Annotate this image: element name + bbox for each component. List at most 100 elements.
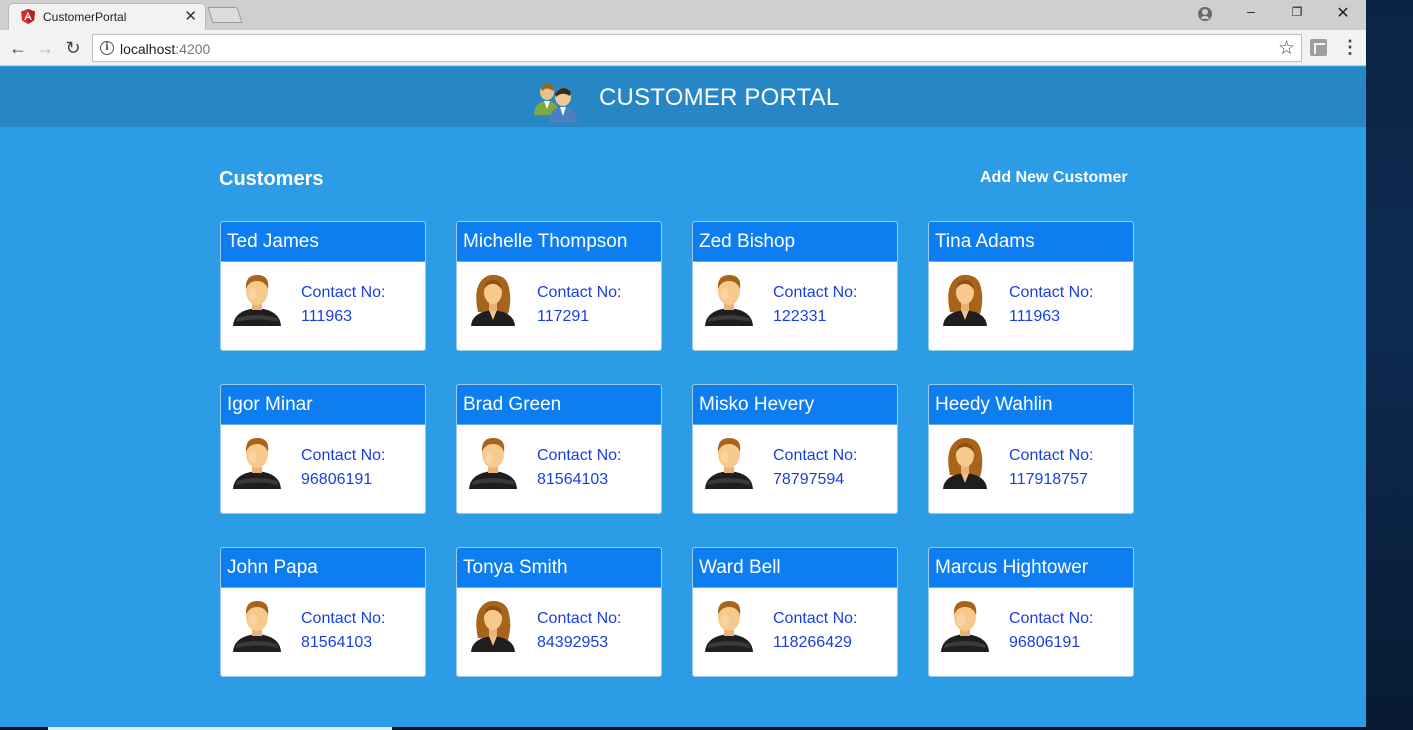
bookmark-star-icon[interactable]: ☆ bbox=[1278, 37, 1295, 60]
reload-icon[interactable]: ↻ bbox=[61, 36, 85, 60]
tab-strip: CustomerPortal ✕ – ❐ ✕ bbox=[0, 0, 1366, 30]
info-icon[interactable]: i bbox=[100, 41, 114, 55]
customer-name: Brad Green bbox=[463, 394, 562, 415]
contact-label: Contact No: bbox=[1009, 284, 1094, 301]
customer-card[interactable]: Ward Bell Contact No: 118266429 bbox=[692, 547, 898, 677]
customer-card-header: Igor Minar bbox=[221, 385, 425, 425]
contact-number: 111963 bbox=[1009, 308, 1061, 325]
forward-arrow-icon[interactable]: → bbox=[33, 36, 57, 60]
back-arrow-icon[interactable]: ← bbox=[6, 36, 30, 60]
contact-number: 81564103 bbox=[537, 471, 609, 488]
customer-card[interactable]: Igor Minar Contact No: 96806191 bbox=[220, 384, 426, 514]
minimize-icon[interactable]: – bbox=[1239, 3, 1263, 25]
contact-number: 117918757 bbox=[1009, 471, 1088, 488]
customer-card-header: Michelle Thompson bbox=[457, 222, 661, 262]
contact-number: 118266429 bbox=[773, 634, 852, 651]
customer-card-header: Tonya Smith bbox=[457, 548, 661, 588]
customer-name: Heedy Wahlin bbox=[935, 394, 1053, 415]
male-avatar-icon bbox=[229, 272, 285, 326]
customer-card-header: Misko Hevery bbox=[693, 385, 897, 425]
contact-number: 81564103 bbox=[301, 634, 373, 651]
contact-label: Contact No: bbox=[773, 447, 858, 464]
customer-card[interactable]: Michelle Thompson Contact No: 117291 bbox=[456, 221, 662, 351]
customer-name: Tina Adams bbox=[935, 231, 1035, 252]
contact-label: Contact No: bbox=[301, 447, 386, 464]
male-avatar-icon bbox=[937, 598, 993, 652]
customer-card[interactable]: Tonya Smith Contact No: 84392953 bbox=[456, 547, 662, 677]
kebab-menu-icon[interactable]: ⋮ bbox=[1341, 37, 1359, 58]
app-header: CUSTOMER PORTAL bbox=[0, 67, 1366, 127]
male-avatar-icon bbox=[229, 598, 285, 652]
contact-number: 78797594 bbox=[773, 471, 845, 488]
customer-card[interactable]: John Papa Contact No: 81564103 bbox=[220, 547, 426, 677]
angular-icon bbox=[21, 9, 35, 24]
customer-name: Marcus Hightower bbox=[935, 557, 1089, 578]
contact-label: Contact No: bbox=[773, 610, 858, 627]
female-avatar-icon bbox=[937, 272, 993, 326]
contact-number: 117291 bbox=[537, 308, 590, 325]
restore-icon[interactable]: ❐ bbox=[1285, 5, 1309, 27]
section-title: Customers bbox=[219, 168, 324, 190]
contact-number: 122331 bbox=[773, 308, 827, 325]
customer-card-header: Zed Bishop bbox=[693, 222, 897, 262]
customer-card-header: Brad Green bbox=[457, 385, 661, 425]
contact-label: Contact No: bbox=[537, 447, 622, 464]
customer-card-header: Heedy Wahlin bbox=[929, 385, 1133, 425]
customer-card[interactable]: Zed Bishop Contact No: 122331 bbox=[692, 221, 898, 351]
customer-card-header: Marcus Hightower bbox=[929, 548, 1133, 588]
contact-label: Contact No: bbox=[301, 284, 386, 301]
desktop-background bbox=[1366, 0, 1413, 730]
customer-name: John Papa bbox=[227, 557, 318, 578]
contact-label: Contact No: bbox=[301, 610, 386, 627]
contact-label: Contact No: bbox=[537, 284, 622, 301]
browser-tab[interactable]: CustomerPortal ✕ bbox=[8, 3, 206, 30]
customer-name: Tonya Smith bbox=[463, 557, 568, 578]
add-new-customer-link[interactable]: Add New Customer bbox=[980, 169, 1128, 187]
customer-name: Ted James bbox=[227, 231, 319, 252]
customer-card-header: John Papa bbox=[221, 548, 425, 588]
customer-name: Igor Minar bbox=[227, 394, 313, 415]
female-avatar-icon bbox=[465, 598, 521, 652]
users-logo-icon bbox=[534, 83, 578, 123]
customer-name: Ward Bell bbox=[699, 557, 781, 578]
contact-number: 111963 bbox=[301, 308, 353, 325]
browser-window: CustomerPortal ✕ – ❐ ✕ ← → ↻ i localhost… bbox=[0, 0, 1366, 727]
customer-card-header: Tina Adams bbox=[929, 222, 1133, 262]
contact-label: Contact No: bbox=[1009, 610, 1094, 627]
contact-label: Contact No: bbox=[1009, 447, 1094, 464]
customer-name: Zed Bishop bbox=[699, 231, 796, 252]
customer-card[interactable]: Heedy Wahlin Contact No: 117918757 bbox=[928, 384, 1134, 514]
extension-icon[interactable] bbox=[1310, 39, 1327, 56]
customer-card-header: Ward Bell bbox=[693, 548, 897, 588]
close-tab-icon[interactable]: ✕ bbox=[184, 7, 197, 25]
url-text: localhost:4200 bbox=[120, 41, 211, 57]
contact-number: 96806191 bbox=[301, 471, 373, 488]
male-avatar-icon bbox=[229, 435, 285, 489]
tab-title: CustomerPortal bbox=[43, 10, 127, 24]
contact-label: Contact No: bbox=[773, 284, 858, 301]
browser-toolbar: ← → ↻ i localhost:4200 ☆ ⋮ bbox=[0, 30, 1366, 66]
customer-name: Michelle Thompson bbox=[463, 231, 628, 252]
close-window-icon[interactable]: ✕ bbox=[1331, 3, 1355, 25]
contact-number: 96806191 bbox=[1009, 634, 1081, 651]
page-content: CUSTOMER PORTAL Customers Add New Custom… bbox=[0, 67, 1366, 727]
female-avatar-icon bbox=[465, 272, 521, 326]
page-title: CUSTOMER PORTAL bbox=[599, 84, 840, 111]
customer-card[interactable]: Tina Adams Contact No: 111963 bbox=[928, 221, 1134, 351]
contact-number: 84392953 bbox=[537, 634, 609, 651]
new-tab-button[interactable] bbox=[207, 7, 243, 23]
male-avatar-icon bbox=[701, 598, 757, 652]
male-avatar-icon bbox=[701, 272, 757, 326]
customer-card[interactable]: Ted James Contact No: 111963 bbox=[220, 221, 426, 351]
male-avatar-icon bbox=[465, 435, 521, 489]
profile-icon[interactable] bbox=[1198, 7, 1212, 21]
customer-card[interactable]: Marcus Hightower Contact No: 96806191 bbox=[928, 547, 1134, 677]
female-avatar-icon bbox=[937, 435, 993, 489]
male-avatar-icon bbox=[701, 435, 757, 489]
address-bar[interactable]: i localhost:4200 ☆ bbox=[92, 34, 1302, 62]
customer-card-header: Ted James bbox=[221, 222, 425, 262]
contact-label: Contact No: bbox=[537, 610, 622, 627]
customer-card[interactable]: Brad Green Contact No: 81564103 bbox=[456, 384, 662, 514]
customer-card[interactable]: Misko Hevery Contact No: 78797594 bbox=[692, 384, 898, 514]
customer-name: Misko Hevery bbox=[699, 394, 815, 415]
